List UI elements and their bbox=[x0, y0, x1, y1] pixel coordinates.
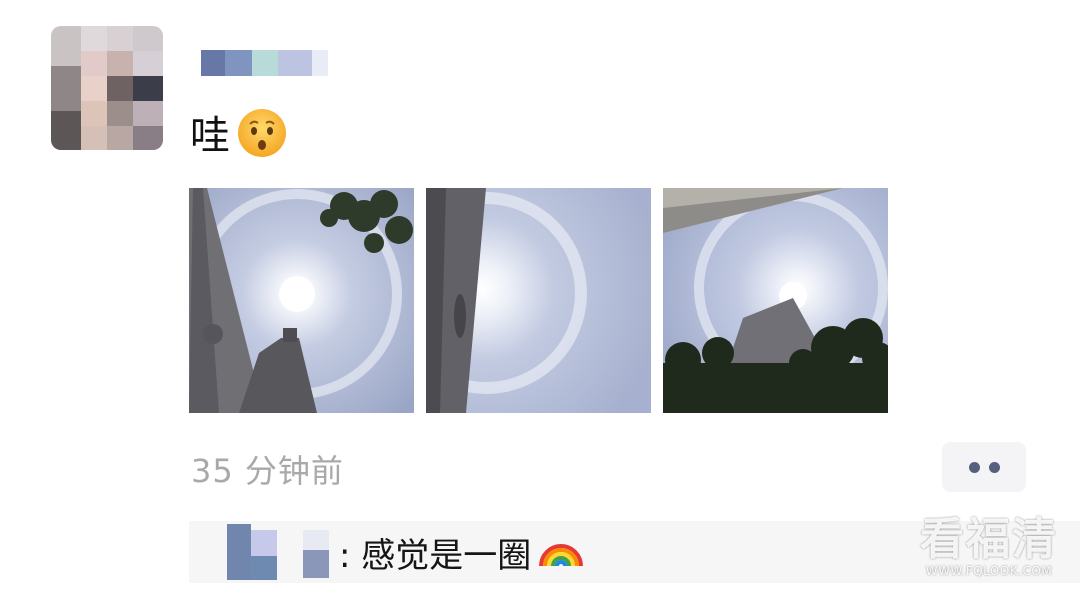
hushed-face-emoji-icon bbox=[236, 107, 288, 166]
photo-grid bbox=[189, 188, 888, 413]
photo-thumbnail[interactable] bbox=[663, 188, 888, 413]
post-text: 哇 bbox=[190, 106, 288, 166]
rainbow-emoji-icon bbox=[537, 528, 585, 577]
post-timestamp: 35 分钟前 bbox=[191, 452, 344, 490]
post-text-label: 哇 bbox=[190, 113, 230, 159]
watermark-url: WWW.FQLOOK.COM bbox=[925, 564, 1053, 578]
username[interactable] bbox=[201, 50, 328, 76]
watermark-title: 看福清 bbox=[920, 514, 1058, 565]
commenter-name[interactable] bbox=[205, 524, 345, 580]
watermark: 看福清 WWW.FQLOOK.COM bbox=[920, 514, 1058, 579]
photo-thumbnail[interactable] bbox=[189, 188, 414, 413]
comment-text: : 感觉是一圈 bbox=[339, 528, 585, 577]
photo-thumbnail[interactable] bbox=[426, 188, 651, 413]
comment-label: : 感觉是一圈 bbox=[339, 535, 532, 576]
dot-icon bbox=[988, 461, 1000, 473]
avatar[interactable] bbox=[51, 26, 163, 150]
more-actions-button[interactable] bbox=[942, 442, 1026, 492]
dot-icon bbox=[968, 461, 980, 473]
